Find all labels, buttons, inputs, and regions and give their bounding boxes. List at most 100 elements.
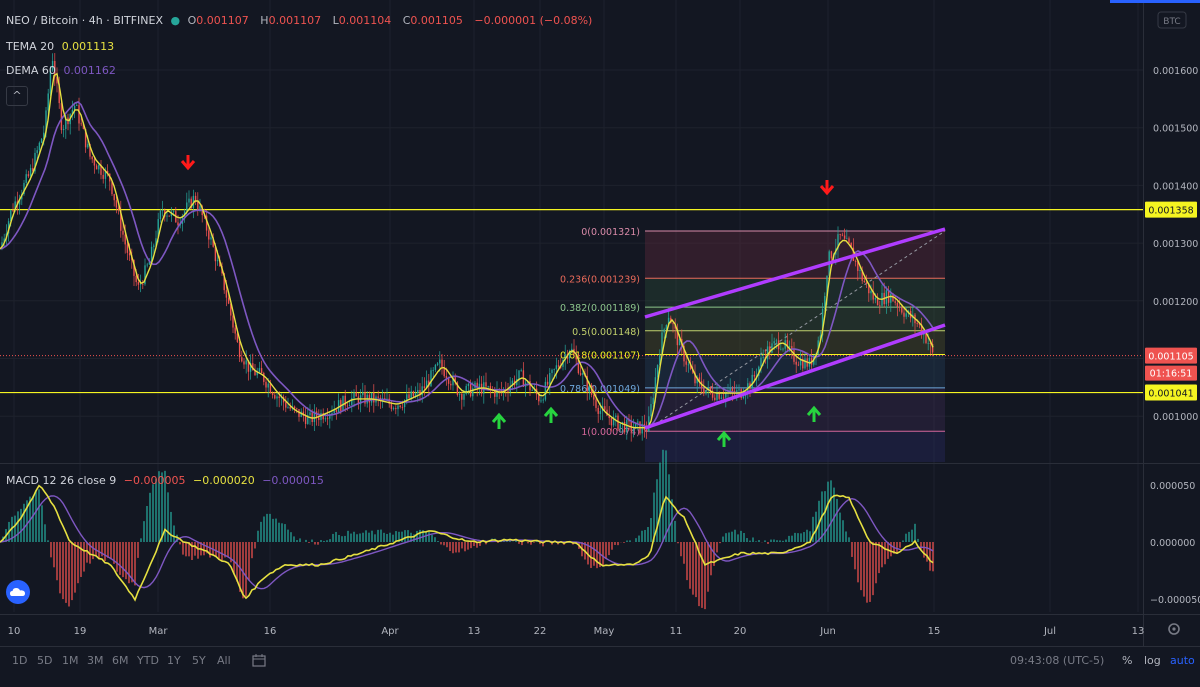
macd-hist-bar: [770, 540, 772, 542]
candle-body: [549, 373, 550, 385]
currency-badge: BTC: [1158, 12, 1186, 28]
candle-body: [450, 384, 451, 385]
macd-hist-bar: [335, 532, 337, 542]
macd-hist-bar: [287, 530, 289, 542]
clock-readout[interactable]: 09:43:08 (UTC-5): [1010, 654, 1104, 667]
candle-body: [664, 329, 665, 332]
candle-body: [595, 400, 596, 408]
candle-body: [855, 261, 856, 262]
candle-body: [272, 393, 273, 395]
timeframe-all[interactable]: All: [217, 654, 231, 667]
candle-body: [890, 294, 891, 303]
log-toggle[interactable]: log: [1144, 654, 1161, 667]
timeframe-6m[interactable]: 6M: [112, 654, 129, 667]
macd-hist-bar: [851, 542, 853, 557]
macd-hist-bar: [23, 504, 25, 542]
macd-hist-bar: [320, 540, 322, 542]
macd-hist-bar: [701, 542, 703, 608]
candle-body: [897, 303, 898, 307]
timeframe-1m[interactable]: 1M: [62, 654, 79, 667]
candle-body: [138, 282, 139, 285]
macd-hist-bar: [77, 542, 79, 583]
candle-body: [780, 349, 781, 350]
macd-hist-bar: [251, 542, 253, 558]
candle-body: [351, 398, 352, 405]
candle-body: [752, 375, 753, 389]
macd-legend[interactable]: MACD 12 26 close 9 −0.000005 −0.000020 −…: [6, 474, 328, 487]
macd-hist-bar: [74, 542, 76, 593]
macd-signal-value: −0.000015: [262, 474, 324, 487]
macd-hist-bar: [47, 540, 49, 542]
percent-toggle[interactable]: %: [1122, 654, 1132, 667]
macd-hist-bar: [440, 542, 442, 544]
macd-hist-bar: [455, 542, 457, 552]
macd-hist-bar: [317, 542, 319, 545]
fib-zone-ext: [645, 431, 945, 462]
macd-hist-bar: [464, 542, 466, 551]
collapse-legend-button[interactable]: ^: [6, 86, 28, 106]
macd-hist-bar: [266, 514, 268, 542]
macd-hist-bar: [371, 531, 373, 542]
macd-hist-bar: [35, 490, 37, 542]
dema-legend[interactable]: DEMA 60 0.001162: [6, 64, 120, 77]
candle-body: [558, 365, 559, 366]
candle-body: [554, 369, 555, 370]
candle-body: [468, 384, 469, 386]
macd-hist-bar: [146, 506, 148, 542]
macd-hist-bar: [785, 540, 787, 542]
macd-hist-bar: [461, 542, 463, 548]
macd-hist-bar: [338, 535, 340, 542]
candle-body: [373, 393, 374, 403]
macd-hist-bar: [668, 474, 670, 542]
macd-hist-bar: [365, 530, 367, 542]
candle-body: [268, 384, 269, 388]
timeframe-5d[interactable]: 5D: [37, 654, 52, 667]
macd-hist-bar: [683, 542, 685, 564]
timeframe-1y[interactable]: 1Y: [167, 654, 181, 667]
macd-hist-bar: [608, 542, 610, 555]
candle-body: [162, 210, 163, 211]
candle-body: [771, 343, 772, 352]
candle-body: [441, 360, 442, 368]
macd-hist-bar: [725, 533, 727, 542]
macd-hist-bar: [875, 542, 877, 583]
candle-body: [270, 384, 271, 393]
candle-body: [906, 313, 907, 316]
macd-hist-bar: [449, 542, 451, 551]
macd-hist-bar: [284, 524, 286, 542]
candle-body: [395, 408, 396, 409]
timeframe-1d[interactable]: 1D: [12, 654, 27, 667]
tradingview-logo[interactable]: [6, 580, 30, 604]
candle-body: [356, 392, 357, 396]
macd-hist-bar: [149, 493, 151, 542]
top-accent-bar: [1110, 0, 1200, 3]
macd-hist-bar: [107, 542, 109, 558]
tema-legend[interactable]: TEMA 20 0.001113: [6, 40, 118, 53]
macd-hist-bar: [692, 542, 694, 595]
macd-hist-bar: [764, 540, 766, 542]
auto-toggle[interactable]: auto: [1170, 654, 1195, 667]
price-chart[interactable]: 0(0.001321)0.236(0.001239)0.382(0.001189…: [0, 0, 1200, 686]
macd-hist-bar: [752, 537, 754, 542]
macd-hist-bar: [65, 542, 67, 603]
macd-hist-bar: [677, 542, 679, 543]
macd-hist-bar: [719, 542, 721, 543]
macd-hist-bar: [374, 534, 376, 542]
price-tick-label: 0.001400: [1153, 181, 1198, 192]
candle-body: [738, 389, 739, 390]
macd-hist-bar: [845, 531, 847, 542]
candle-body: [547, 382, 548, 385]
timeframe-5y[interactable]: 5Y: [192, 654, 206, 667]
macd-hist-bar: [380, 530, 382, 542]
timeframe-3m[interactable]: 3M: [87, 654, 104, 667]
macd-hist-bar: [257, 531, 259, 542]
candle-body: [125, 235, 126, 245]
date-range-icon[interactable]: [252, 653, 266, 667]
candle-body: [723, 398, 724, 399]
time-tick-label: 13: [468, 626, 481, 637]
candle-body: [672, 323, 673, 324]
macd-hist-bar: [290, 532, 292, 542]
macd-hist-bar: [869, 542, 871, 602]
timeframe-ytd[interactable]: YTD: [137, 654, 159, 667]
candle-body: [637, 421, 638, 422]
